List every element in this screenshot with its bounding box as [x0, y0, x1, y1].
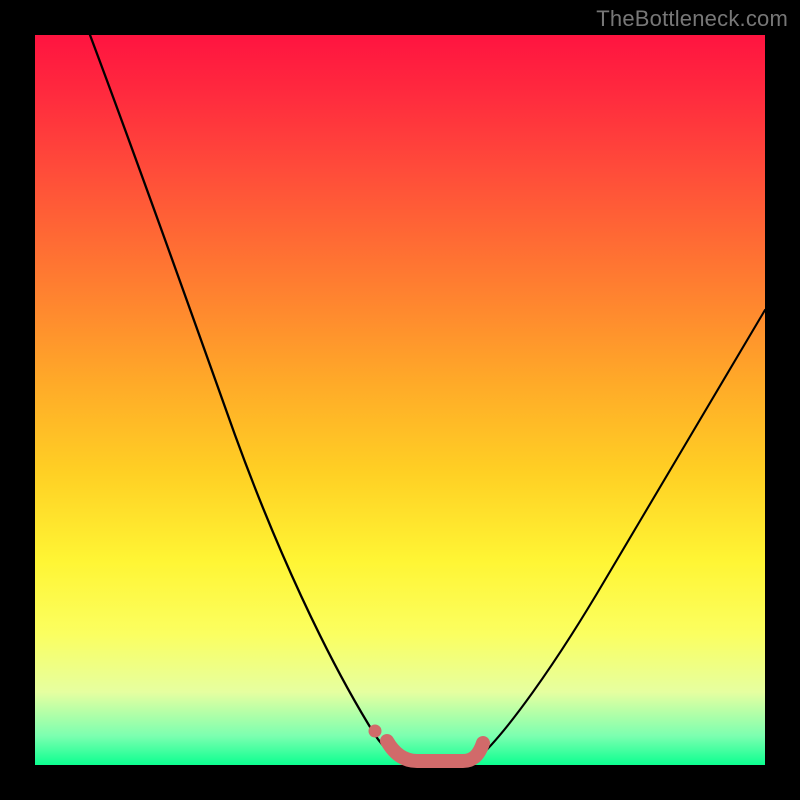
- left-curve: [90, 35, 403, 761]
- watermark-text: TheBottleneck.com: [596, 6, 788, 32]
- right-curve: [475, 310, 765, 761]
- bottom-band: [387, 741, 483, 761]
- chart-svg: [35, 35, 765, 765]
- bottom-dot: [369, 725, 382, 738]
- chart-frame: TheBottleneck.com: [0, 0, 800, 800]
- plot-area: [35, 35, 765, 765]
